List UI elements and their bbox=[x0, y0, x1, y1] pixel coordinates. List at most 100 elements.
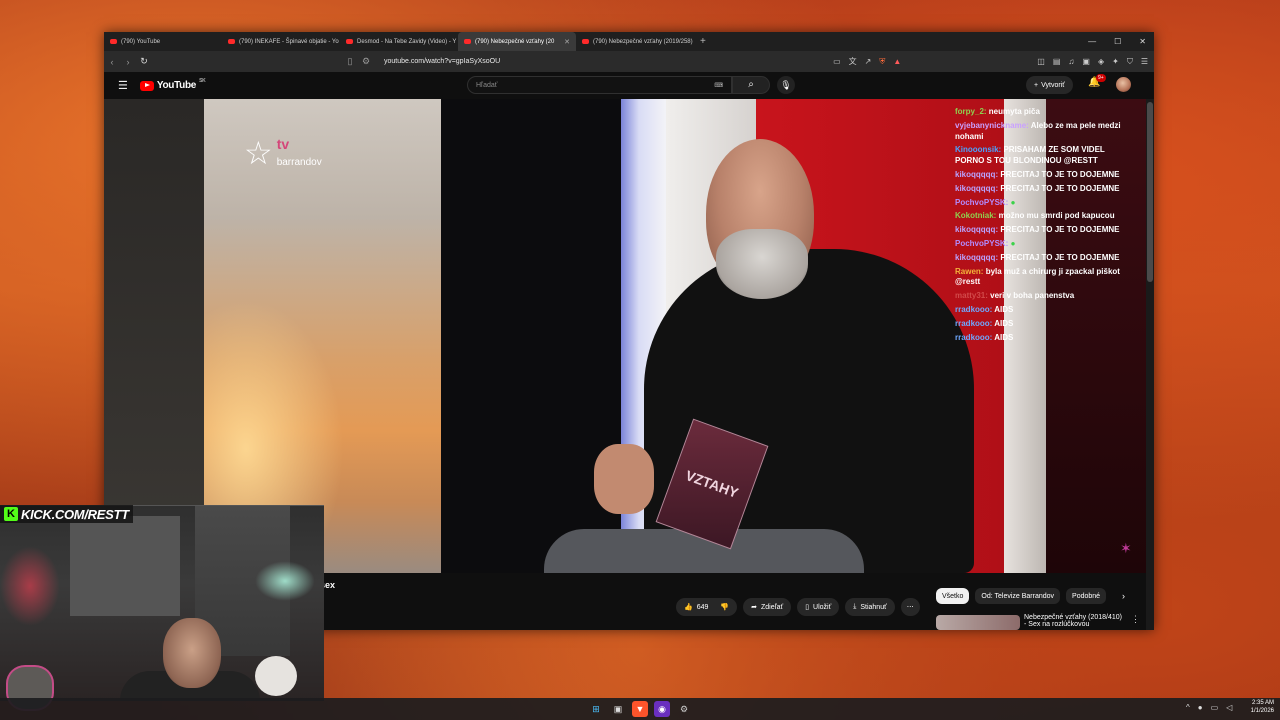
kebab-menu-icon[interactable]: ⋮ bbox=[1131, 614, 1140, 625]
guide-menu-icon[interactable]: ☰ bbox=[118, 79, 128, 92]
tab-title: (790) YouTube bbox=[121, 38, 161, 45]
thumbs-down-icon[interactable]: 👎 bbox=[720, 603, 729, 611]
chat-message: kikoqqqqq: PRECITAJ TO JE TO DOJEMNE bbox=[955, 253, 1135, 264]
chat-message: forpy_2: neumyta piča bbox=[955, 107, 1135, 118]
kick-logo-icon: K bbox=[4, 507, 18, 521]
recommended-thumbnail[interactable] bbox=[936, 615, 1020, 630]
tv-barrandov-logo: ☆ tv barrandov bbox=[244, 137, 322, 169]
clock-time: 2:35 AM bbox=[1251, 700, 1274, 706]
search-placeholder: Hľadať bbox=[476, 81, 498, 89]
chat-text: PRECITAJ TO JE TO DOJEMNE bbox=[1000, 169, 1120, 179]
address-bar: ‹ › ↻ ▯ ⚙ youtube.com/watch?v=gpIaSyXsoO… bbox=[104, 51, 1154, 72]
chat-username: Kinooonsik: bbox=[955, 145, 1002, 155]
youtube-logo-text: YouTube bbox=[156, 80, 197, 91]
volume-icon[interactable]: ◁ bbox=[1226, 703, 1232, 712]
rewards-icon[interactable]: ▲ bbox=[893, 57, 901, 66]
chat-text: PRECITAJ TO JE TO DOJEMNE bbox=[1000, 225, 1120, 235]
recommended-title-line2: - Sex na rozlúčkovou bbox=[1024, 621, 1090, 628]
download-button[interactable]: ⤓ Stiahnuť bbox=[845, 598, 895, 616]
mic-tray-icon[interactable]: ● bbox=[1198, 703, 1203, 712]
network-icon[interactable]: ▭ bbox=[1211, 703, 1219, 712]
translate-icon[interactable]: 文 bbox=[849, 56, 857, 67]
save-button[interactable]: ▯ Uložiť bbox=[797, 598, 840, 616]
obs-icon[interactable]: ◉ bbox=[654, 701, 670, 717]
tab-title: (790) INEKAFE - Špinavé objatie - Yo bbox=[239, 38, 339, 45]
chat-message: vyjebanynickname: Alebo ze ma pele medzi… bbox=[955, 121, 1135, 143]
cast-icon[interactable]: ▭ bbox=[833, 57, 841, 66]
reload-icon[interactable]: ↻ bbox=[136, 56, 152, 67]
close-tab-icon[interactable]: ✕ bbox=[564, 38, 570, 46]
chat-username: PochvoPYSK: bbox=[955, 238, 1009, 248]
save-label: Uložiť bbox=[813, 603, 832, 611]
webcam-red-light bbox=[0, 546, 60, 626]
star-logo-icon: ☆ bbox=[244, 135, 273, 171]
app-icon[interactable]: ⚙ bbox=[676, 701, 692, 717]
tab-nebezpecne-active[interactable]: (790) Nebezpečné vzťahy (20 ✕ bbox=[458, 32, 576, 51]
sidebar-toggle-icon[interactable]: ▤ bbox=[1053, 57, 1061, 66]
back-icon[interactable]: ‹ bbox=[104, 57, 120, 67]
site-info-icon[interactable]: ⚙ bbox=[358, 56, 374, 67]
chat-message: rradkooo: AIDS bbox=[955, 305, 1135, 316]
chat-emote-icon: ● bbox=[1010, 238, 1016, 248]
keyboard-icon[interactable]: ⌨ bbox=[714, 82, 723, 89]
chat-username: kikoqqqqq: bbox=[955, 183, 999, 193]
vpn-icon[interactable]: ◈ bbox=[1098, 57, 1104, 66]
tab-nebezpecne-2019[interactable]: (790) Nebezpečné vzťahy (2019/258) bbox=[576, 32, 694, 51]
leo-icon[interactable]: ✦ bbox=[1112, 57, 1119, 66]
url-field[interactable]: youtube.com/watch?v=gpIaSyXsoOU bbox=[384, 58, 500, 65]
create-button[interactable]: + Vytvoriť bbox=[1026, 76, 1073, 94]
taskbar: ⊞ ▣ ▼ ◉ ⚙ ^ ● ▭ ◁ 2:35 AM 1/1/2026 bbox=[0, 698, 1280, 720]
share-page-icon[interactable]: ↗ bbox=[865, 57, 872, 66]
more-icon: ⋯ bbox=[906, 604, 914, 611]
region-code: SK bbox=[199, 78, 206, 84]
like-button[interactable]: 👍 649 👎 bbox=[676, 598, 738, 616]
forward-icon[interactable]: › bbox=[120, 57, 136, 67]
chevron-right-icon[interactable]: › bbox=[1122, 591, 1125, 601]
youtube-logo[interactable]: YouTube SK bbox=[139, 78, 206, 91]
chat-text: možno mu smrdi pod kapucou bbox=[998, 211, 1115, 221]
voice-search-button[interactable]: 🎙 bbox=[777, 76, 795, 94]
task-view-icon[interactable]: ▣ bbox=[610, 701, 626, 717]
download-icon: ⤓ bbox=[853, 603, 857, 610]
scrollbar-thumb[interactable] bbox=[1147, 102, 1153, 282]
chip-from-channel[interactable]: Od: Televize Barrandov bbox=[975, 588, 1061, 604]
music-icon[interactable]: ♫ bbox=[1068, 57, 1074, 66]
avatar[interactable] bbox=[1116, 77, 1131, 92]
search-button[interactable]: ⌕ bbox=[732, 76, 770, 94]
share-label: Zdieľať bbox=[761, 603, 784, 611]
share-button[interactable]: ➦ Zdieľať bbox=[743, 598, 792, 616]
chip-similar[interactable]: Podobné bbox=[1066, 588, 1107, 604]
chat-text: veri v boha panenstva bbox=[990, 291, 1075, 301]
tab-title: (790) Nebezpečné vzťahy (2019/258) bbox=[593, 38, 693, 45]
windows-start-icon[interactable]: ⊞ bbox=[588, 701, 604, 717]
recommended-title[interactable]: Nebezpečné vzťahy (2018/410) - Sex na ro… bbox=[1024, 614, 1122, 628]
tab-youtube-home[interactable]: (790) YouTube bbox=[104, 32, 222, 51]
studio-wall-left bbox=[104, 99, 204, 573]
recommended-video[interactable]: Nebezpečné vzťahy (2018/410) - Sex na ro… bbox=[936, 614, 1146, 630]
wallet-icon[interactable]: ▣ bbox=[1082, 57, 1090, 66]
chat-text: neumyta piča bbox=[988, 107, 1040, 116]
close-window-button[interactable]: ✕ bbox=[1139, 37, 1146, 46]
chip-all[interactable]: Všetko bbox=[936, 588, 970, 604]
tab-inekafe[interactable]: (790) INEKAFE - Špinavé objatie - Yo bbox=[222, 32, 340, 51]
search-input[interactable]: Hľadať ⌨ bbox=[467, 76, 732, 94]
shield-icon[interactable]: ⛉ bbox=[1127, 57, 1133, 67]
tray-chevron-icon[interactable]: ^ bbox=[1186, 703, 1190, 712]
kick-star-icon: ✶ bbox=[1120, 540, 1132, 556]
chat-message: matty31: veri v boha panenstva bbox=[955, 291, 1135, 302]
new-tab-button[interactable]: + bbox=[700, 36, 706, 47]
tab-desmod[interactable]: Desmod - Na Tebe Zavidy (Video) - Y bbox=[340, 32, 458, 51]
bookmark-icon[interactable]: ▯ bbox=[342, 56, 358, 67]
search-icon: ⌕ bbox=[748, 79, 754, 90]
chat-emote-icon: ● bbox=[1010, 197, 1016, 207]
more-actions-button[interactable]: ⋯ bbox=[900, 598, 920, 616]
menu-icon[interactable]: ☰ bbox=[1141, 57, 1148, 66]
maximize-button[interactable]: ☐ bbox=[1114, 37, 1121, 46]
chat-username: rradkooo: bbox=[955, 332, 993, 342]
system-clock[interactable]: 2:35 AM 1/1/2026 bbox=[1244, 700, 1274, 715]
brave-shield-icon[interactable]: ⛨ bbox=[879, 57, 885, 67]
minimize-button[interactable]: — bbox=[1088, 37, 1096, 46]
extensions-icon[interactable]: ◫ bbox=[1037, 57, 1045, 66]
brave-browser-icon[interactable]: ▼ bbox=[632, 701, 648, 717]
chat-username: forpy_2: bbox=[955, 107, 987, 116]
